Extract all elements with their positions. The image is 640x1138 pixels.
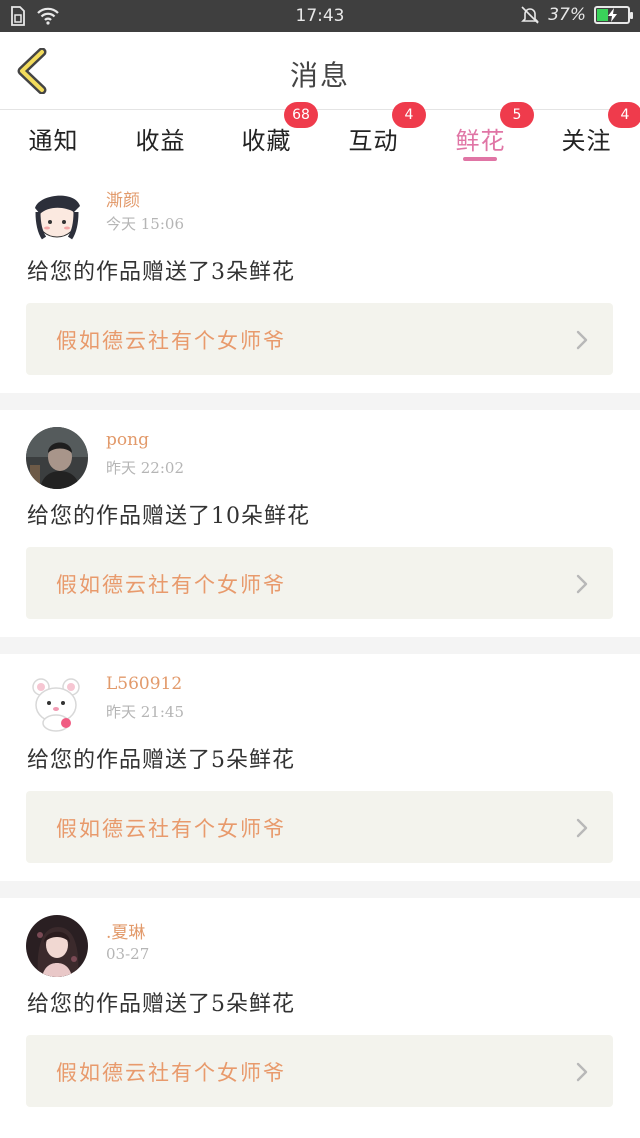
tab-follows[interactable]: 关注 4 — [533, 102, 640, 166]
tab-label: 互动 — [348, 127, 399, 155]
work-title: 假如德云社有个女师爷 — [56, 1061, 286, 1085]
work-title: 假如德云社有个女师爷 — [56, 329, 286, 353]
chevron-right-icon — [576, 818, 588, 838]
chevron-right-icon — [576, 330, 588, 350]
unread-badge: 5 — [500, 102, 534, 128]
user-name[interactable]: 澌颜 — [106, 186, 140, 211]
list-item: L560912 昨天 21:45 给您的作品赠送了5朵鲜花 假如德云社有个女师爷 — [0, 637, 640, 881]
message-tabs: 通知 收益 收藏 68 互动 4 鲜花 5 关注 4 — [0, 102, 640, 166]
tab-label: 收益 — [135, 127, 186, 155]
list-item: .夏琳 03-27 给您的作品赠送了5朵鲜花 假如德云社有个女师爷 — [0, 881, 640, 1125]
timestamp: 今天 15:06 — [106, 215, 184, 233]
message-text: 给您的作品赠送了5朵鲜花 — [27, 992, 295, 1017]
active-tab-indicator — [463, 157, 497, 161]
chevron-right-icon — [576, 1062, 588, 1082]
user-name[interactable]: pong — [106, 430, 149, 450]
avatar[interactable] — [26, 182, 88, 244]
tab-notice[interactable]: 通知 — [0, 111, 107, 166]
page-title: 消息 — [289, 59, 350, 92]
list-item: 澌颜 今天 15:06 给您的作品赠送了3朵鲜花 假如德云社有个女师爷 — [0, 166, 640, 393]
work-link[interactable]: 假如德云社有个女师爷 — [26, 1035, 613, 1107]
charging-bolt-icon — [608, 8, 617, 22]
message-text: 给您的作品赠送了5朵鲜花 — [27, 748, 295, 773]
list-item: pong 昨天 22:02 给您的作品赠送了10朵鲜花 假如德云社有个女师爷 — [0, 393, 640, 637]
unread-badge: 68 — [284, 102, 318, 128]
unread-badge: 4 — [392, 102, 426, 128]
avatar[interactable] — [26, 671, 88, 733]
status-bar: 17:43 37% — [0, 0, 640, 32]
header: 消息 — [0, 32, 640, 110]
user-name[interactable]: .夏琳 — [106, 918, 145, 943]
mute-bell-icon — [521, 6, 540, 24]
timestamp: 昨天 21:45 — [106, 703, 184, 721]
tab-label: 通知 — [28, 127, 79, 155]
unread-badge: 4 — [608, 102, 640, 128]
avatar[interactable] — [26, 427, 88, 489]
user-name[interactable]: L560912 — [106, 674, 182, 694]
flower-message-list: 澌颜 今天 15:06 给您的作品赠送了3朵鲜花 假如德云社有个女师爷 pong… — [0, 166, 640, 1125]
avatar[interactable] — [26, 915, 88, 977]
tab-label: 关注 — [561, 127, 612, 155]
tab-interactions[interactable]: 互动 4 — [320, 102, 427, 166]
message-text: 给您的作品赠送了10朵鲜花 — [27, 504, 310, 529]
work-link[interactable]: 假如德云社有个女师爷 — [26, 303, 613, 375]
tab-label: 鲜花 — [455, 127, 506, 155]
battery-percent: 37% — [548, 5, 586, 25]
work-link[interactable]: 假如德云社有个女师爷 — [26, 791, 613, 863]
work-title: 假如德云社有个女师爷 — [56, 817, 286, 841]
tab-favorites[interactable]: 收藏 68 — [213, 102, 320, 166]
timestamp: 昨天 22:02 — [106, 459, 184, 477]
chevron-right-icon — [576, 574, 588, 594]
work-link[interactable]: 假如德云社有个女师爷 — [26, 547, 613, 619]
timestamp: 03-27 — [106, 945, 150, 963]
work-title: 假如德云社有个女师爷 — [56, 573, 286, 597]
tab-flowers[interactable]: 鲜花 5 — [427, 102, 534, 166]
tab-label: 收藏 — [241, 127, 292, 155]
message-text: 给您的作品赠送了3朵鲜花 — [27, 260, 295, 285]
status-right-icons: 37% — [520, 5, 633, 25]
tab-earnings[interactable]: 收益 — [107, 111, 214, 166]
battery-icon — [594, 6, 633, 24]
